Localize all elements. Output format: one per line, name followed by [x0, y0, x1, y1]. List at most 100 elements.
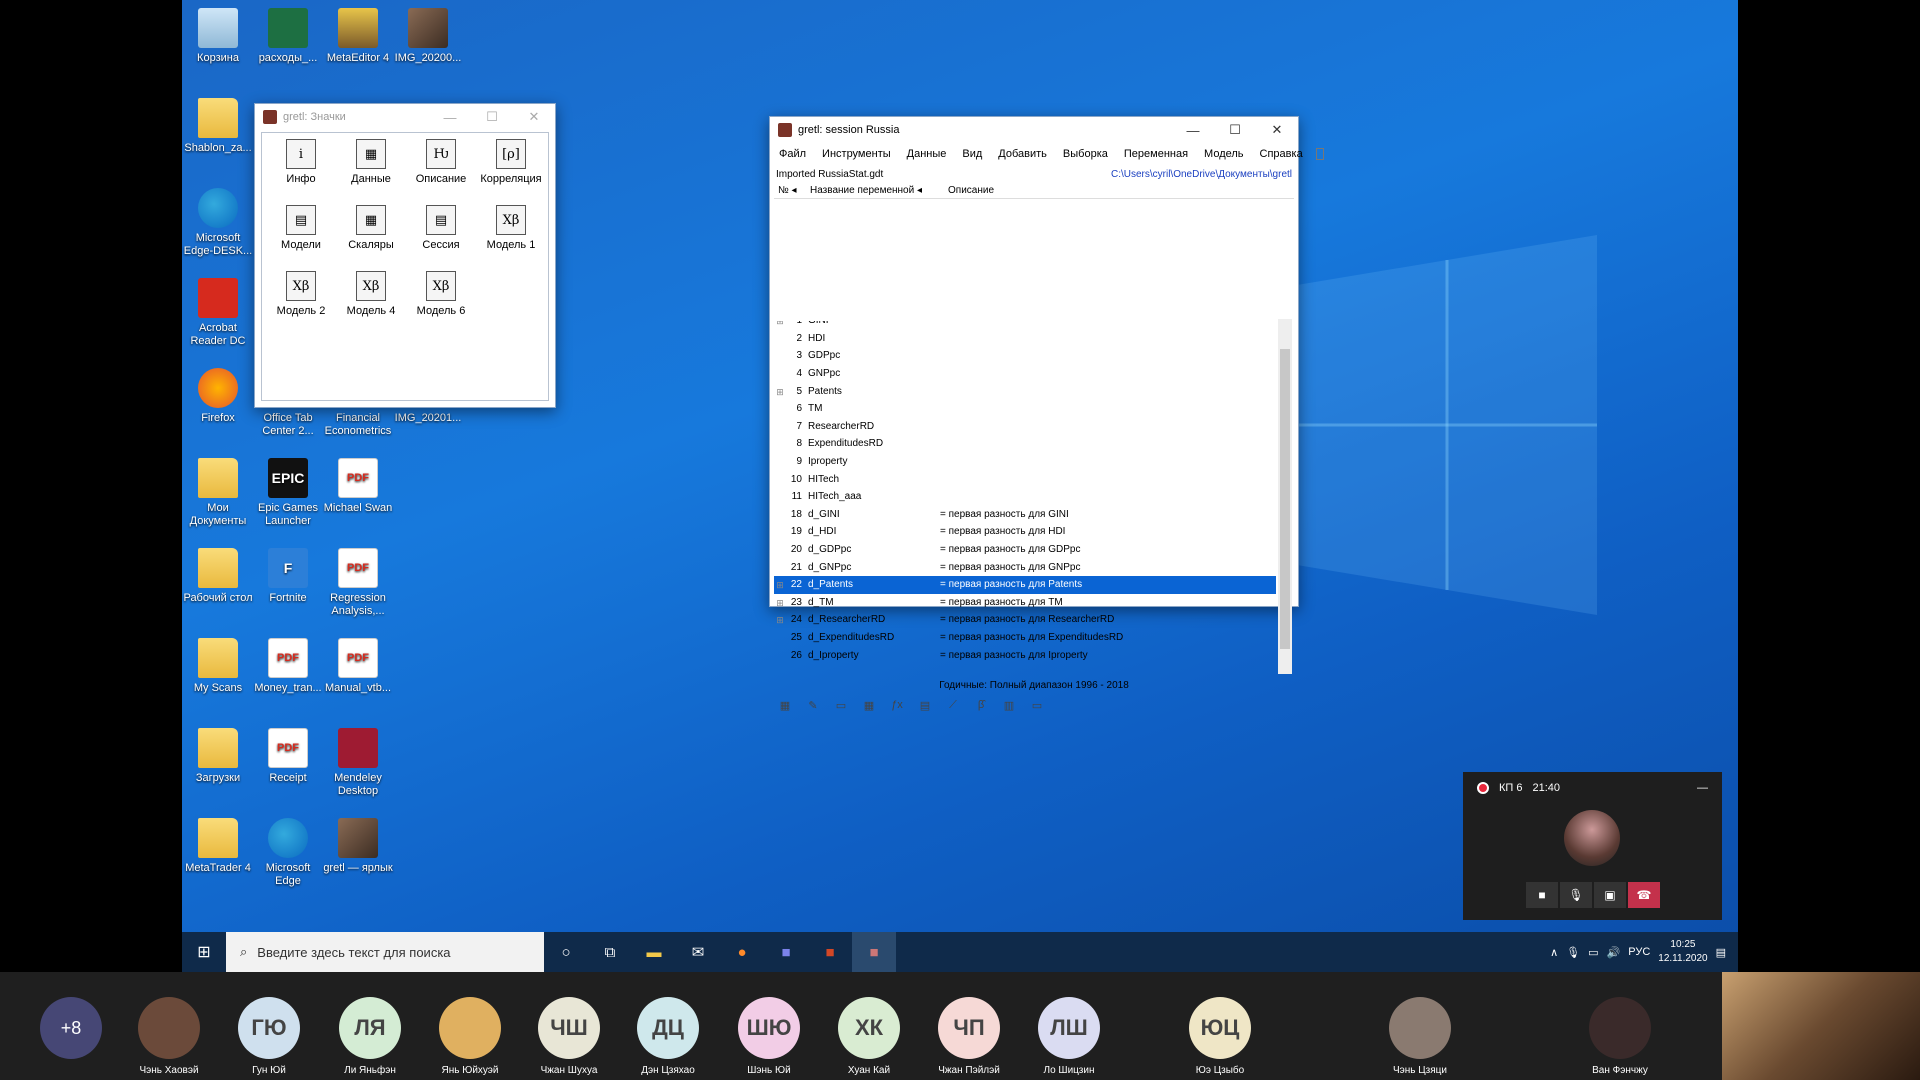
expand-icon[interactable]	[774, 334, 786, 343]
variable-row[interactable]: 10 HITech	[774, 470, 1276, 488]
scrollbar-thumb[interactable]	[1280, 349, 1290, 649]
cortana-icon[interactable]: ○	[544, 932, 588, 972]
participant-tile[interactable]: ГЮ Гун Юй	[219, 972, 319, 1080]
desktop-icon[interactable]: Shablon_za...	[182, 98, 254, 155]
task-view-icon[interactable]: ⧉	[588, 932, 632, 972]
desktop-icon[interactable]: F Fortnite	[252, 548, 324, 605]
expand-icon[interactable]: ⊞	[774, 598, 786, 608]
variable-row[interactable]: 7 ResearcherRD	[774, 418, 1276, 436]
variable-row[interactable]: ⊞ 22 d_Patents = первая разность для Patent…	[774, 575, 1276, 594]
desktop-icon[interactable]: PDF Manual_vtb...	[322, 638, 394, 695]
desktop-icon[interactable]: PDF Regression Analysis,...	[322, 548, 394, 618]
expand-icon[interactable]	[774, 651, 786, 660]
participant-tile[interactable]: Чэнь Цзяци	[1370, 972, 1470, 1080]
participant-tile[interactable]: ХК Хуан Кай	[819, 972, 919, 1080]
desktop-icon[interactable]: Acrobat Reader DC	[182, 278, 254, 348]
participant-tile[interactable]: ЛШ Ло Шицзин	[1019, 972, 1119, 1080]
variable-row[interactable]: 3 GDPpc	[774, 347, 1276, 365]
edit-script-icon[interactable]: ✎	[804, 699, 822, 715]
network-icon[interactable]: ▭	[1588, 946, 1598, 959]
participant-tile[interactable]: ЛЯ Ли Яньфэн	[320, 972, 420, 1080]
call-overlay[interactable]: КП 6 21:40 — ■ 🎙 ▣ ☎	[1463, 772, 1722, 920]
session-icon-item[interactable]: ▤ Модели	[266, 205, 336, 251]
icons-window-titlebar[interactable]: gretl: Значки — ☐ ✕	[255, 104, 555, 130]
function-icon[interactable]: ƒx	[888, 699, 906, 715]
desktop-icon[interactable]: PDF Receipt	[252, 728, 324, 785]
expand-icon[interactable]	[774, 527, 786, 536]
participant-tile[interactable]: ЧШ Чжан Шухуа	[519, 972, 619, 1080]
close-icon[interactable]: ✕	[513, 104, 555, 130]
session-icon-item[interactable]: Xβ Модель 4	[336, 271, 406, 317]
variable-row[interactable]: ⊞ 5 Patents	[774, 382, 1276, 400]
ols-icon[interactable]: β̂	[972, 699, 990, 715]
microphone-icon[interactable]: 🎙	[1566, 946, 1580, 959]
taskbar-clock[interactable]: 10:25 12.11.2020	[1658, 938, 1707, 966]
session-icon-item[interactable]: [ρ] Корреляция	[476, 139, 546, 185]
expand-icon[interactable]: ⊞	[774, 615, 786, 625]
minimize-icon[interactable]: —	[429, 104, 471, 130]
expand-icon[interactable]: ⊞	[774, 387, 786, 397]
expand-icon[interactable]	[774, 563, 786, 572]
desktop-icon[interactable]: PDF Michael Swan	[322, 458, 394, 515]
desktop-icon[interactable]: расходы_...	[252, 8, 324, 65]
expand-icon[interactable]	[774, 510, 786, 519]
column-header-description[interactable]: Описание	[948, 185, 994, 196]
variable-row[interactable]: 21 d_GNPpc = первая разность для GNPpc	[774, 558, 1276, 576]
variable-row[interactable]: 9 Iproperty	[774, 453, 1276, 471]
desktop-icon[interactable]: Корзина	[182, 8, 254, 65]
calculator-icon[interactable]: ▦	[776, 699, 794, 715]
expand-icon[interactable]	[774, 475, 786, 484]
file-explorer-icon[interactable]: ▬	[632, 932, 676, 972]
variable-row[interactable]: 11 HITech_aaa	[774, 488, 1276, 506]
participant-tile[interactable]: ЧП Чжан Пэйлэй	[919, 972, 1019, 1080]
variable-row[interactable]: ⊞ 23 d_TM = первая разность для TM	[774, 594, 1276, 612]
minimize-icon[interactable]: —	[1697, 782, 1708, 794]
participant-tile[interactable]: Ван Фэнчжу	[1570, 972, 1670, 1080]
variable-row[interactable]: 20 d_GDPpc = первая разность для GDPpc	[774, 541, 1276, 559]
variable-row[interactable]: 6 TM	[774, 400, 1276, 418]
variable-row[interactable]: 25 d_ExpenditudesRD = первая разность для …	[774, 629, 1276, 647]
variable-row[interactable]: 4 GNPpc	[774, 365, 1276, 383]
gretl-icons-window[interactable]: gretl: Значки — ☐ ✕ i Инфо ▦ Данные Ƕ Описани…	[254, 103, 556, 408]
session-icon-item[interactable]: i Инфо	[266, 139, 336, 185]
desktop-icon[interactable]: MetaTrader 4	[182, 818, 254, 875]
desktop-icon[interactable]: Мои Документы	[182, 458, 254, 528]
participant-tile[interactable]: ДЦ Дэн Цзяхао	[618, 972, 718, 1080]
window-icon[interactable]	[1315, 148, 1324, 160]
session-icon-item[interactable]: Xβ Модель 6	[406, 271, 476, 317]
variable-list-scrollbar[interactable]	[1278, 319, 1292, 674]
menu-item[interactable]: Файл	[776, 146, 809, 162]
expand-icon[interactable]: ⊞	[774, 580, 786, 590]
teams-icon[interactable]: ■	[764, 932, 808, 972]
variable-row[interactable]: ⊞ 24 d_ResearcherRD = первая разность для R…	[774, 611, 1276, 629]
menu-item[interactable]: Добавить	[995, 146, 1050, 162]
variable-row[interactable]: 18 d_GINI = первая разность для GINI	[774, 506, 1276, 524]
session-icon-item[interactable]: Xβ Модель 1	[476, 205, 546, 251]
taskbar-search-box[interactable]: ⌕ Введите здесь текст для поиска	[226, 932, 544, 972]
menu-item[interactable]: Данные	[904, 146, 950, 162]
expand-icon[interactable]	[774, 457, 786, 466]
participant-tile[interactable]: ШЮ Шэнь Юй	[719, 972, 819, 1080]
menu-item[interactable]: Вид	[959, 146, 985, 162]
session-icon-item[interactable]: Xβ Модель 2	[266, 271, 336, 317]
session-icon-item[interactable]: ▤ Сессия	[406, 205, 476, 251]
expand-icon[interactable]	[774, 351, 786, 360]
variable-row[interactable]: 26 d_Iproperty = первая разность для Iprop…	[774, 646, 1276, 664]
more-participants-button[interactable]: +8	[40, 997, 102, 1059]
chevron-up-icon[interactable]: ∧	[1550, 946, 1558, 959]
gretl-taskbar-icon[interactable]: ■	[852, 932, 896, 972]
session-icon-item[interactable]: ▦ Данные	[336, 139, 406, 185]
desktop-icon[interactable]: Загрузки	[182, 728, 254, 785]
notes-icon[interactable]: ▥	[1000, 699, 1018, 715]
variable-row[interactable]: 8 ExpenditudesRD	[774, 435, 1276, 453]
share-screen-icon[interactable]: ▣	[1594, 882, 1626, 908]
microphone-icon[interactable]: 🎙	[1560, 882, 1592, 908]
desktop-icon[interactable]: Microsoft Edge	[252, 818, 324, 888]
session-icon-item[interactable]: Ƕ Описание	[406, 139, 476, 185]
desktop-icon[interactable]: EPIC Epic Games Launcher	[252, 458, 324, 528]
menu-item[interactable]: Переменная	[1121, 146, 1191, 162]
expand-icon[interactable]	[774, 404, 786, 413]
desktop-icon[interactable]: My Scans	[182, 638, 254, 695]
windows-start-icon[interactable]: ⊞	[182, 932, 226, 972]
desktop-icon[interactable]: MetaEditor 4	[322, 8, 394, 65]
